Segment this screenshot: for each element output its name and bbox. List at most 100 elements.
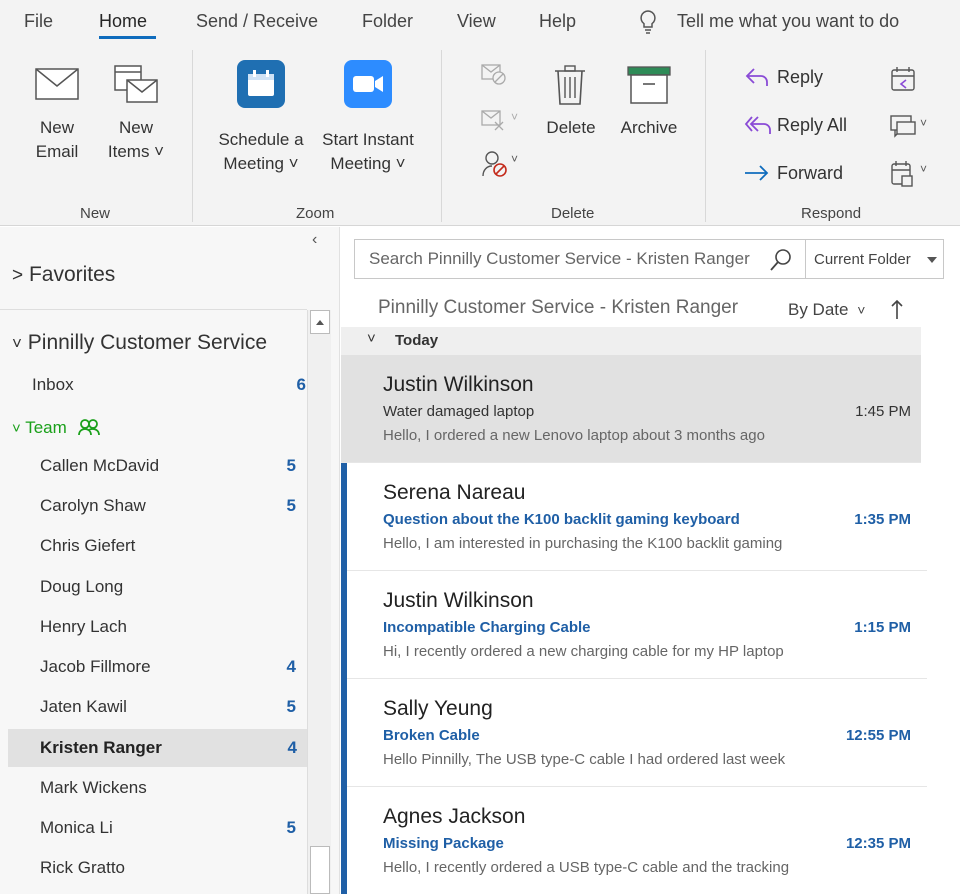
folder-member[interactable]: Callen McDavid 5 — [0, 447, 306, 485]
schedule-meeting-button[interactable]: Schedule a Meeting ˅ — [214, 60, 308, 180]
reply-all-icon — [744, 116, 771, 134]
chevron-down-icon: ˅ — [367, 330, 376, 347]
tab-folder[interactable]: Folder — [362, 11, 413, 32]
sort-by-dropdown[interactable]: By Date ˅ — [788, 300, 865, 320]
active-tab-indicator — [99, 36, 156, 39]
scroll-thumb[interactable] — [310, 846, 330, 894]
folder-member[interactable]: Chris Giefert — [0, 527, 306, 565]
member-name: Jacob Fillmore — [40, 657, 151, 676]
folder-member[interactable]: Monica Li 5 — [0, 809, 306, 847]
member-name: Monica Li — [40, 818, 113, 837]
new-items-label: New Items ˅ — [107, 118, 165, 161]
new-email-button[interactable]: New Email — [26, 60, 88, 180]
message-time: 12:55 PM — [845, 727, 911, 744]
search-icon[interactable] — [769, 248, 793, 272]
chevron-down-icon: ˅ — [12, 334, 22, 353]
inbox-label: Inbox — [32, 375, 74, 394]
member-name: Henry Lach — [40, 617, 127, 636]
folder-member-selected[interactable]: Kristen Ranger 4 — [8, 729, 307, 767]
folder-member[interactable]: Carolyn Shaw 5 — [0, 487, 306, 525]
reply-label: Reply — [777, 67, 824, 87]
message-item[interactable]: Agnes Jackson Missing Package Hello, I r… — [341, 787, 927, 894]
tab-send-receive[interactable]: Send / Receive — [196, 11, 318, 32]
tab-file[interactable]: File — [24, 11, 53, 32]
sort-order-arrow-icon[interactable] — [889, 299, 905, 321]
message-item[interactable]: Sally Yeung Broken Cable Hello Pinnilly,… — [341, 679, 927, 787]
message-subject: Question about the K100 backlit gaming k… — [383, 511, 740, 528]
team-node[interactable]: ˅ Team — [12, 415, 100, 438]
new-items-icon — [114, 65, 158, 103]
archive-button[interactable]: Archive — [614, 60, 684, 160]
message-subject: Incompatible Charging Cable — [383, 619, 591, 636]
search-input[interactable] — [355, 240, 765, 278]
reply-icon — [745, 68, 768, 86]
delete-button[interactable]: Delete — [540, 60, 602, 160]
tell-me-search[interactable]: Tell me what you want to do — [677, 11, 899, 32]
forward-button[interactable]: Forward — [740, 160, 860, 188]
delete-label: Delete — [546, 118, 596, 137]
collapse-pane-chevron-icon[interactable]: ‹ — [312, 231, 317, 249]
folder-member[interactable]: Rick Gratto — [0, 849, 306, 887]
message-preview: Hi, I recently ordered a new charging ca… — [383, 643, 784, 660]
message-sender: Agnes Jackson — [383, 805, 526, 828]
clean-up-icon[interactable] — [481, 110, 507, 132]
chevron-down-icon: ˅ — [857, 302, 866, 318]
folder-scrollbar[interactable] — [307, 310, 331, 894]
message-item[interactable]: Serena Nareau Question about the K100 ba… — [341, 463, 927, 571]
zoom-video-icon — [344, 60, 392, 108]
chevron-down-icon: ˅ — [12, 420, 21, 437]
date-group-header[interactable]: ˅ Today — [341, 327, 921, 355]
reply-all-button[interactable]: Reply All — [740, 112, 860, 140]
search-scope-dropdown[interactable]: Current Folder — [805, 239, 944, 279]
folder-member[interactable]: Henry Lach — [0, 608, 306, 646]
chevron-down-icon: ˅ — [920, 162, 928, 176]
im-chat-icon[interactable] — [889, 114, 917, 140]
member-name: Kristen Ranger — [40, 738, 162, 757]
more-respond-icon[interactable] — [890, 160, 916, 188]
folder-member[interactable]: Jacob Fillmore 4 — [0, 648, 306, 686]
message-preview: Hello, I recently ordered a USB type-C c… — [383, 859, 790, 876]
tab-help[interactable]: Help — [539, 11, 576, 32]
favorites-label: Favorites — [28, 263, 116, 286]
group-people-icon — [77, 419, 100, 436]
member-name: Jaten Kawil — [40, 697, 127, 716]
folder-inbox[interactable]: Inbox 6 — [0, 366, 306, 404]
ribbon: New Email New Items ˅ New Schedule a Meetin… — [0, 42, 960, 226]
meeting-reply-icon[interactable] — [890, 66, 916, 92]
folder-member[interactable]: Doug Long — [0, 568, 306, 606]
message-subject: Water damaged laptop — [383, 403, 535, 420]
chevron-down-icon: ˅ — [511, 152, 519, 166]
group-label-new: New — [80, 205, 111, 222]
message-item[interactable]: Justin Wilkinson Water damaged laptop He… — [341, 355, 921, 463]
unread-count: 6 — [296, 375, 306, 394]
message-preview: Hello Pinnilly, The USB type-C cable I h… — [383, 751, 786, 768]
scroll-up-button[interactable] — [310, 310, 330, 334]
caret-down-icon — [927, 257, 937, 263]
member-name: Mark Wickens — [40, 778, 147, 797]
folder-member[interactable]: Jaten Kawil 5 — [0, 688, 306, 726]
favorites-node[interactable]: > Favorites — [12, 263, 115, 287]
unread-count: 5 — [286, 496, 296, 515]
archive-icon — [627, 66, 671, 104]
unread-count: 4 — [286, 657, 296, 676]
message-item[interactable]: Justin Wilkinson Incompatible Charging C… — [341, 571, 927, 679]
lightbulb-icon — [640, 10, 656, 34]
tab-view[interactable]: View — [457, 11, 496, 32]
message-list-pane: Current Folder Pinnilly Customer Service… — [341, 227, 960, 894]
new-items-button[interactable]: New Items ˅ — [103, 60, 169, 180]
message-sender: Serena Nareau — [383, 481, 526, 504]
start-instant-meeting-button[interactable]: Start Instant Meeting ˅ — [318, 60, 418, 180]
junk-icon[interactable] — [481, 150, 509, 178]
reply-button[interactable]: Reply — [740, 64, 850, 92]
menu-tab-bar: File Home Send / Receive Folder View Hel… — [0, 0, 960, 42]
schedule-meeting-label: Schedule a Meeting ˅ — [218, 130, 304, 173]
new-email-label: New Email — [35, 118, 79, 161]
tab-home[interactable]: Home — [99, 11, 147, 32]
unread-count: 5 — [286, 818, 296, 837]
unread-count: 5 — [286, 697, 296, 716]
ribbon-separator — [705, 50, 706, 222]
ignore-icon[interactable] — [481, 64, 507, 86]
folder-member[interactable]: Mark Wickens — [0, 769, 306, 807]
account-node[interactable]: ˅ Pinnilly Customer Service — [12, 331, 267, 355]
message-time: 1:15 PM — [854, 619, 911, 636]
